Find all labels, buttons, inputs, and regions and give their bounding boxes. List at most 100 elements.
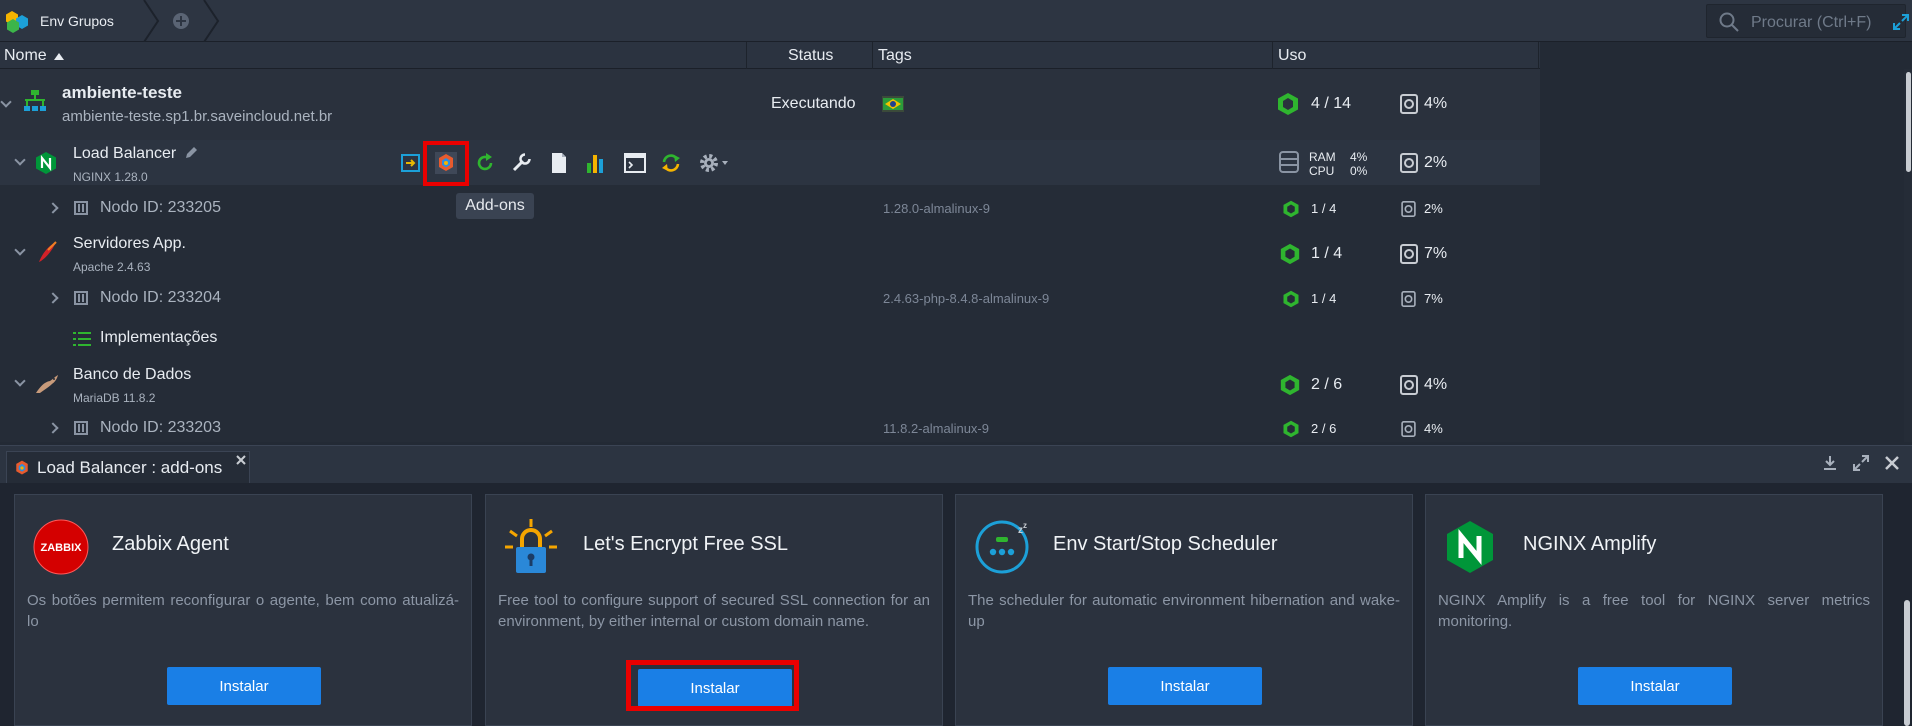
environment-topology-icon bbox=[24, 90, 46, 111]
app-servers-name[interactable]: Servidores App. bbox=[73, 235, 186, 253]
db-node-cloudlets: 2 / 6 bbox=[1311, 421, 1337, 436]
env-groups-icon bbox=[6, 11, 28, 33]
search-box[interactable]: Procurar (Ctrl+F) bbox=[1706, 4, 1906, 38]
disk-icon bbox=[1401, 201, 1416, 217]
letsencrypt-lock-icon bbox=[505, 519, 557, 573]
addon-title: Let's Encrypt Free SSL bbox=[583, 533, 789, 555]
config-wrench-icon[interactable] bbox=[510, 152, 532, 174]
environment-row[interactable] bbox=[0, 69, 1540, 140]
addon-description: The scheduler for automatic environment … bbox=[968, 592, 1400, 630]
column-header-usage[interactable]: Uso bbox=[1278, 47, 1306, 65]
cloudlet-icon bbox=[1283, 290, 1299, 308]
column-header-tags[interactable]: Tags bbox=[878, 47, 912, 65]
database-name[interactable]: Banco de Dados bbox=[73, 366, 191, 384]
nginx-amplify-icon bbox=[1447, 521, 1493, 573]
addons-tooltip: Add-ons bbox=[456, 193, 534, 219]
restart-icon[interactable] bbox=[474, 152, 496, 174]
lb-node-disk: 2% bbox=[1424, 201, 1443, 216]
zabbix-logo-icon: ZABBIX bbox=[33, 519, 89, 575]
addons-icon bbox=[16, 460, 28, 475]
lb-node-tag: 1.28.0-almalinux-9 bbox=[883, 201, 990, 216]
addons-icon[interactable] bbox=[435, 152, 457, 174]
statistics-chart-icon[interactable] bbox=[585, 152, 607, 174]
app-node-id[interactable]: Nodo ID: 233204 bbox=[100, 289, 221, 307]
maximize-panel-icon[interactable] bbox=[1853, 455, 1869, 471]
column-divider bbox=[746, 42, 747, 69]
database-disk-usage: 4% bbox=[1424, 376, 1448, 393]
download-icon[interactable] bbox=[1822, 455, 1838, 471]
close-tab-icon[interactable] bbox=[235, 454, 247, 466]
log-file-icon[interactable] bbox=[548, 152, 570, 174]
column-divider bbox=[872, 42, 873, 69]
table-header: Nome Status Tags Uso bbox=[0, 42, 1540, 69]
database-version: MariaDB 11.8.2 bbox=[73, 391, 156, 405]
load-balancer-disk-usage: 2% bbox=[1424, 154, 1448, 171]
settings-gear-icon[interactable] bbox=[698, 152, 732, 174]
install-button[interactable]: Instalar bbox=[167, 667, 321, 705]
env-groups-label[interactable]: Env Grupos bbox=[40, 13, 114, 29]
disk-icon bbox=[1400, 375, 1418, 395]
app-servers-cloudlets: 1 / 4 bbox=[1311, 245, 1343, 262]
tree-scrollbar-thumb[interactable] bbox=[1906, 72, 1911, 172]
install-button[interactable]: Instalar bbox=[1578, 667, 1732, 705]
redeploy-icon[interactable] bbox=[660, 152, 682, 174]
svg-text:ZABBIX: ZABBIX bbox=[41, 542, 83, 554]
addon-title: Env Start/Stop Scheduler bbox=[1053, 533, 1278, 555]
node-icon bbox=[74, 201, 88, 215]
environment-disk-usage: 4% bbox=[1424, 95, 1448, 112]
load-balancer-name[interactable]: Load Balancer bbox=[73, 145, 176, 163]
addon-card-scheduler: z z Env Start/Stop Scheduler The schedul… bbox=[955, 494, 1413, 726]
svg-text:z: z bbox=[1023, 521, 1027, 530]
column-header-status[interactable]: Status bbox=[788, 47, 833, 65]
app-node-tag: 2.4.63-php-8.4.8-almalinux-9 bbox=[883, 291, 1050, 306]
addon-description: Free tool to configure support of secure… bbox=[498, 592, 930, 630]
install-button[interactable]: Instalar bbox=[1108, 667, 1262, 705]
addon-card-nginx-amplify: NGINX Amplify NGINX Amplify is a free to… bbox=[1425, 494, 1883, 726]
breadcrumb-separator-icon bbox=[143, 0, 160, 42]
breadcrumb-separator-icon bbox=[203, 0, 220, 42]
db-node-id[interactable]: Nodo ID: 233203 bbox=[100, 419, 221, 437]
lb-node-id[interactable]: Nodo ID: 233205 bbox=[100, 199, 221, 217]
expand-icon[interactable] bbox=[1893, 14, 1909, 30]
web-ssh-terminal-icon[interactable] bbox=[624, 152, 646, 174]
sort-ascending-icon[interactable] bbox=[54, 53, 64, 60]
lb-node-cloudlets: 1 / 4 bbox=[1311, 201, 1337, 216]
cloudlet-icon bbox=[1283, 420, 1299, 438]
open-in-browser-icon[interactable] bbox=[400, 152, 422, 174]
cpu-label: CPU bbox=[1309, 164, 1335, 178]
tree-empty-area bbox=[1540, 42, 1904, 442]
environment-cloudlets: 4 / 14 bbox=[1311, 95, 1352, 112]
ram-usage: 4% bbox=[1350, 150, 1368, 164]
cloudlet-icon bbox=[1278, 93, 1298, 115]
column-divider bbox=[1538, 42, 1539, 69]
edit-pencil-icon[interactable] bbox=[184, 146, 198, 160]
app-node-disk: 7% bbox=[1424, 291, 1443, 306]
addon-description: Os botões permitem reconfigurar o agente… bbox=[27, 592, 459, 630]
disk-icon bbox=[1401, 421, 1416, 437]
bottom-panel-tabbar bbox=[0, 445, 1912, 483]
column-header-name[interactable]: Nome bbox=[4, 47, 47, 65]
addon-description: NGINX Amplify is a free tool for NGINX s… bbox=[1438, 592, 1870, 630]
environment-status: Executando bbox=[771, 95, 856, 112]
apache-feather-icon bbox=[39, 241, 57, 262]
addons-scrollbar-thumb[interactable] bbox=[1904, 600, 1910, 726]
brazil-flag-tag-icon[interactable] bbox=[882, 96, 904, 112]
cpu-usage: 0% bbox=[1350, 164, 1368, 178]
environment-domain-link[interactable]: ambiente-teste.sp1.br.saveincloud.net.br bbox=[62, 108, 332, 125]
addon-card-zabbix: ZABBIX Zabbix Agent Os botões permitem r… bbox=[14, 494, 472, 726]
node-icon bbox=[74, 421, 88, 435]
search-input-placeholder[interactable]: Procurar (Ctrl+F) bbox=[1751, 14, 1871, 32]
mariadb-seal-icon bbox=[36, 375, 58, 393]
column-divider bbox=[1272, 42, 1273, 69]
disk-icon bbox=[1400, 244, 1418, 264]
close-panel-icon[interactable] bbox=[1884, 455, 1900, 471]
addons-panel-tab[interactable]: Load Balancer : add-ons bbox=[6, 451, 250, 483]
add-group-icon[interactable] bbox=[172, 12, 190, 30]
scheduler-icon: z z bbox=[975, 520, 1029, 574]
database-cloudlets: 2 / 6 bbox=[1311, 376, 1343, 393]
app-node-cloudlets: 1 / 4 bbox=[1311, 291, 1337, 306]
deployments-item[interactable]: Implementações bbox=[100, 329, 217, 347]
environment-name[interactable]: ambiente-teste bbox=[62, 83, 182, 103]
app-servers-version: Apache 2.4.63 bbox=[73, 260, 151, 274]
addon-title: Zabbix Agent bbox=[112, 533, 229, 555]
